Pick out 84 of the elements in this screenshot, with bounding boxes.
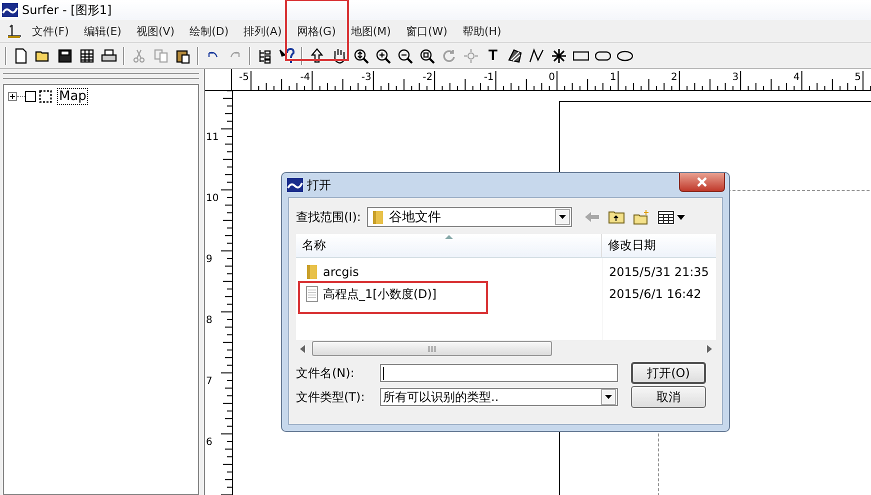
ruler-label: -2 xyxy=(422,72,433,83)
file-type-dropdown[interactable]: 所有可以识别的类型.. xyxy=(380,388,618,406)
cancel-button[interactable]: 取消 xyxy=(631,386,706,408)
ruler-label: 2 xyxy=(671,72,678,83)
paste-icon xyxy=(175,48,191,64)
menu-item[interactable]: 绘制(D) xyxy=(190,24,229,38)
scroll-left-icon[interactable] xyxy=(300,344,306,352)
ruler-label: -5 xyxy=(239,72,249,83)
save-icon xyxy=(57,48,73,64)
dropdown-arrow-icon xyxy=(558,215,566,219)
dropdown-arrow-icon xyxy=(605,395,612,399)
scroll-thumb[interactable] xyxy=(312,341,552,356)
expander-icon[interactable] xyxy=(8,92,17,101)
ruler-label: 6 xyxy=(206,437,212,448)
folder-icon xyxy=(370,210,385,224)
close-icon xyxy=(696,177,708,187)
column-header[interactable]: 修改日期 xyxy=(602,234,716,257)
help-icon xyxy=(279,48,295,64)
modified-date: 2015/6/1 16:42 xyxy=(608,287,702,301)
column-header[interactable]: 名称 xyxy=(296,234,602,257)
grip-icon xyxy=(428,346,436,352)
zoom-rect-icon xyxy=(419,48,435,64)
folder-icon xyxy=(305,264,319,280)
new-icon xyxy=(13,48,29,64)
menu-item[interactable]: 文件(F) xyxy=(32,24,69,38)
worksheet-icon xyxy=(79,48,95,64)
menu-item[interactable]: 地图(M) xyxy=(350,24,391,38)
wave-logo-icon xyxy=(287,178,303,192)
tree-item[interactable]: Map xyxy=(57,88,88,105)
ruler-label: 9 xyxy=(206,254,212,265)
move-icon xyxy=(463,48,479,64)
menu-item[interactable]: 编辑(E) xyxy=(84,24,122,38)
look-in-label: 查找范围(I): xyxy=(296,208,361,226)
print-icon xyxy=(101,48,117,64)
new-folder-icon[interactable] xyxy=(632,210,650,224)
checkbox-icon[interactable] xyxy=(25,91,36,102)
cut-icon xyxy=(131,48,147,64)
file-name[interactable]: arcgis xyxy=(323,265,359,279)
ruler-label: 7 xyxy=(206,376,212,387)
zoom-in-icon xyxy=(375,48,391,64)
window-title: Surfer - [图形1] xyxy=(22,2,112,18)
map-frame-icon xyxy=(38,89,53,104)
ruler-label: 10 xyxy=(206,193,219,204)
ruler-label: 4 xyxy=(793,72,800,83)
select-icon xyxy=(309,48,325,64)
menu-item[interactable]: 网格(G) xyxy=(296,24,336,38)
ruler-label: -3 xyxy=(361,72,372,83)
zoom-out-icon xyxy=(397,48,413,64)
scroll-right-icon[interactable] xyxy=(706,344,712,352)
look-in-dropdown[interactable]: 谷地文件 xyxy=(366,207,572,227)
ruler-label: 5 xyxy=(854,72,861,83)
view-menu-icon[interactable] xyxy=(658,210,686,224)
menu-item[interactable]: 帮助(H) xyxy=(462,24,502,38)
folder-up-icon[interactable] xyxy=(608,210,625,224)
document-icon xyxy=(305,286,319,302)
file-name-input[interactable] xyxy=(380,364,618,382)
dialog-title: 打开 xyxy=(307,176,331,194)
sort-arrow-icon xyxy=(445,235,453,239)
menu-item[interactable]: 视图(V) xyxy=(136,24,175,38)
close-button[interactable] xyxy=(679,173,725,192)
anchor-icon[interactable] xyxy=(6,23,22,39)
open-button[interactable]: 打开(O) xyxy=(631,362,706,384)
zoom-fit-icon xyxy=(353,48,369,64)
ruler-label: 0 xyxy=(548,72,555,83)
modified-date: 2015/5/31 21:35 xyxy=(608,265,709,279)
text-tool-button[interactable]: T xyxy=(482,44,504,66)
ruler-label: 11 xyxy=(206,132,219,143)
polyline-icon xyxy=(529,48,545,64)
wave-logo-icon xyxy=(2,3,18,17)
ruler-label: 3 xyxy=(732,72,739,83)
menu-item[interactable]: 窗口(W) xyxy=(406,24,448,38)
rotate-icon xyxy=(441,48,457,64)
file-name-label: 文件名(N): xyxy=(296,364,356,382)
file-type-label: 文件类型(T): xyxy=(296,388,366,406)
ruler-label: -4 xyxy=(300,72,310,83)
symbol-icon xyxy=(551,48,567,64)
tree-icon xyxy=(257,48,273,64)
ruler-label: 8 xyxy=(206,315,212,326)
file-name[interactable]: 高程点_1[小数度(D)] xyxy=(323,286,437,302)
menu-item[interactable]: 排列(A) xyxy=(244,24,282,38)
ruler-label: -1 xyxy=(484,72,494,83)
polygon-icon xyxy=(507,48,523,64)
ruler-label: 1 xyxy=(610,72,616,83)
copy-icon xyxy=(153,48,169,64)
